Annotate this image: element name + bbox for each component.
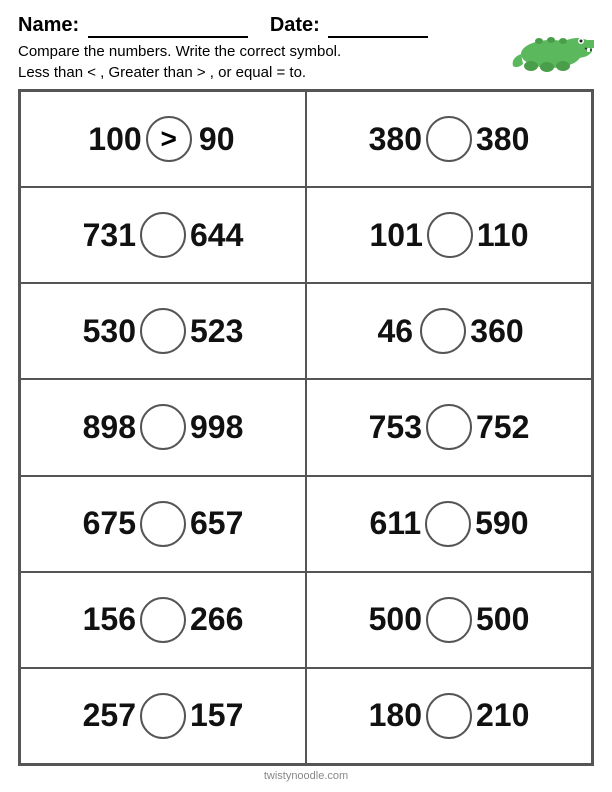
num-right1-6: 157 xyxy=(190,697,243,734)
name-underline xyxy=(88,18,248,38)
cell-left-4: 675 657 xyxy=(20,476,306,572)
circle-left-6[interactable] xyxy=(140,693,186,739)
num-left1-6: 257 xyxy=(83,697,136,734)
num-right1-1: 644 xyxy=(190,217,243,254)
date-underline xyxy=(328,18,428,38)
circle-right-6[interactable] xyxy=(426,693,472,739)
instruction-line1: Compare the numbers. Write the correct s… xyxy=(18,41,509,62)
instruction-line2: Less than < , Greater than > , or equal … xyxy=(18,62,509,83)
circle-right-5[interactable] xyxy=(426,597,472,643)
circle-right-0[interactable] xyxy=(426,116,472,162)
num-right1-5: 266 xyxy=(190,601,243,638)
num-left1-1: 731 xyxy=(83,217,136,254)
circle-right-2[interactable] xyxy=(420,308,466,354)
cell-right-0: 380 380 xyxy=(306,91,592,187)
num-right2-3: 752 xyxy=(476,409,529,446)
num-left1-3: 898 xyxy=(83,409,136,446)
circle-left-1[interactable] xyxy=(140,212,186,258)
cell-left-3: 898 998 xyxy=(20,379,306,475)
cell-right-3: 753 752 xyxy=(306,379,592,475)
num-left2-4: 611 xyxy=(369,505,421,542)
num-left1-4: 675 xyxy=(83,505,136,542)
circle-left-5[interactable] xyxy=(140,597,186,643)
footer-url: twistynoodle.com xyxy=(264,770,348,782)
crocodile-image xyxy=(509,14,594,84)
header: Name: Date: Compare the numbers. Write t… xyxy=(18,14,594,89)
num-left1-2: 530 xyxy=(83,313,136,350)
header-text: Name: Date: Compare the numbers. Write t… xyxy=(18,14,509,89)
cell-right-1: 101 110 xyxy=(306,187,592,283)
num-right2-1: 110 xyxy=(477,217,529,254)
num-left2-3: 753 xyxy=(369,409,422,446)
num-left2-5: 500 xyxy=(369,601,422,638)
comparison-grid: 100>90 380 380 731 644 101 110 530 523 46 360 898 99… xyxy=(18,89,594,766)
cell-left-1: 731 644 xyxy=(20,187,306,283)
cell-left-2: 530 523 xyxy=(20,283,306,379)
cell-right-4: 611 590 xyxy=(306,476,592,572)
num-left2-2: 46 xyxy=(374,313,416,350)
num-right1-4: 657 xyxy=(190,505,243,542)
num-left2-0: 380 xyxy=(369,121,422,158)
num-left1-5: 156 xyxy=(83,601,136,638)
circle-right-1[interactable] xyxy=(427,212,473,258)
name-label: Name: xyxy=(18,14,79,36)
circle-left-4[interactable] xyxy=(140,501,186,547)
num-right2-6: 210 xyxy=(476,697,529,734)
num-right2-5: 500 xyxy=(476,601,529,638)
crocodile-icon xyxy=(509,14,594,79)
cell-left-5: 156 266 xyxy=(20,572,306,668)
circle-left-0[interactable]: > xyxy=(146,116,192,162)
num-right2-2: 360 xyxy=(470,313,523,350)
circle-right-3[interactable] xyxy=(426,404,472,450)
num-right2-4: 590 xyxy=(475,505,528,542)
instructions: Compare the numbers. Write the correct s… xyxy=(18,41,509,83)
date-label: Date: xyxy=(270,14,320,36)
cell-left-6: 257 157 xyxy=(20,668,306,764)
num-right1-0: 90 xyxy=(196,121,238,158)
circle-left-3[interactable] xyxy=(140,404,186,450)
num-left1-0: 100 xyxy=(88,121,141,158)
footer: twistynoodle.com xyxy=(18,766,594,782)
num-right2-0: 380 xyxy=(476,121,529,158)
cell-right-5: 500 500 xyxy=(306,572,592,668)
circle-left-2[interactable] xyxy=(140,308,186,354)
page: Name: Date: Compare the numbers. Write t… xyxy=(0,0,612,792)
cell-left-0: 100>90 xyxy=(20,91,306,187)
num-right1-2: 523 xyxy=(190,313,243,350)
cell-right-2: 46 360 xyxy=(306,283,592,379)
circle-right-4[interactable] xyxy=(425,501,471,547)
num-left2-6: 180 xyxy=(369,697,422,734)
num-left2-1: 101 xyxy=(369,217,422,254)
cell-right-6: 180 210 xyxy=(306,668,592,764)
num-right1-3: 998 xyxy=(190,409,243,446)
